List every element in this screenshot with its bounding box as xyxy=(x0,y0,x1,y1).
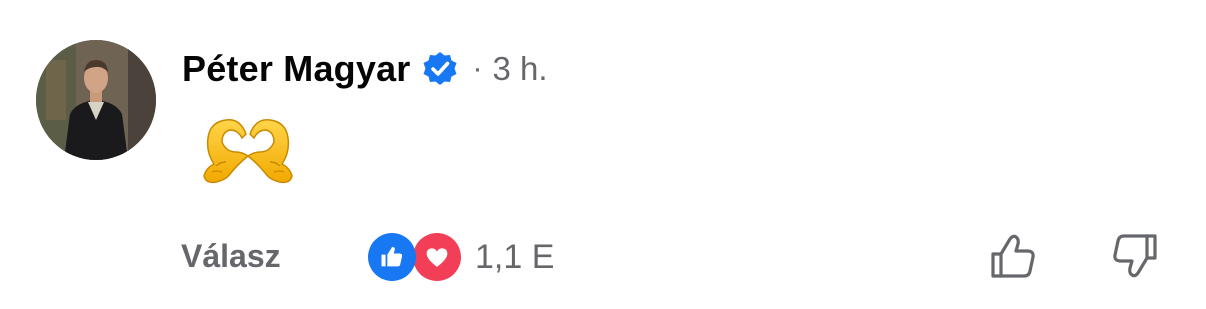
thumbs-down-outline-icon[interactable] xyxy=(1110,232,1160,280)
love-reaction-icon xyxy=(413,233,461,281)
like-reaction-icon xyxy=(368,233,416,281)
author-name[interactable]: Péter Magyar xyxy=(182,48,411,90)
separator-dot: · xyxy=(472,52,483,85)
timestamp[interactable]: 3 h. xyxy=(493,50,548,88)
reactions-summary[interactable]: 1,1 E xyxy=(368,233,554,281)
reaction-count: 1,1 E xyxy=(475,237,555,276)
thumbs-up-outline-icon[interactable] xyxy=(988,232,1038,280)
avatar-photo xyxy=(36,40,156,160)
reply-button[interactable]: Válasz xyxy=(181,238,281,275)
verified-badge-icon xyxy=(421,50,459,88)
heart-hands-emoji-icon xyxy=(196,112,300,188)
comment-header: Péter Magyar · 3 h. xyxy=(182,46,548,92)
avatar[interactable] xyxy=(36,40,156,160)
